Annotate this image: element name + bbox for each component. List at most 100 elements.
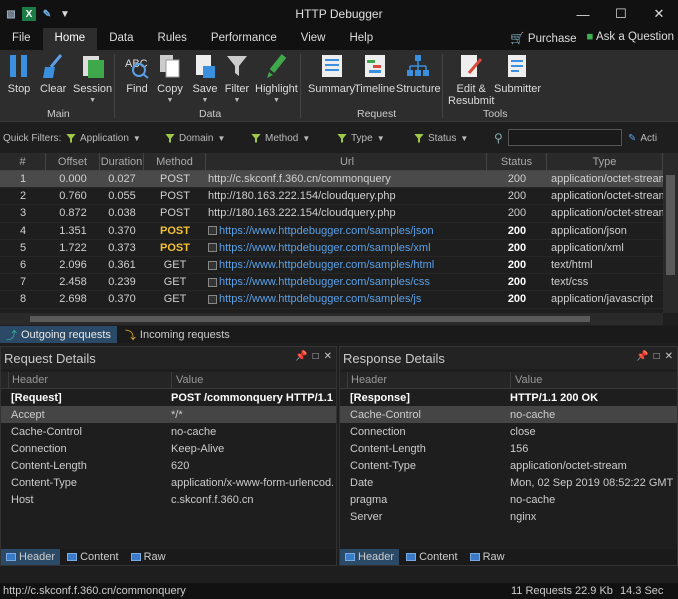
submitter-icon — [505, 52, 531, 80]
save-button[interactable]: Save ▼ — [192, 52, 218, 107]
minimize-button[interactable]: — — [564, 0, 602, 28]
tab-file[interactable]: File — [0, 28, 43, 50]
filter-button[interactable]: Filter ▼ — [224, 52, 250, 107]
cell-duration: 0.038 — [108, 207, 136, 220]
ask-question-link[interactable]: ■ Ask a Question — [587, 31, 675, 45]
highlight-button[interactable]: Highlight ▼ — [255, 52, 298, 107]
tab-content[interactable]: Content — [401, 549, 463, 565]
detail-row[interactable]: Content-Length 156 — [340, 440, 677, 457]
timeline-button[interactable]: Timeline — [354, 52, 395, 95]
detail-value: 156 — [510, 442, 529, 455]
filter-method[interactable]: Method ▼ — [251, 133, 310, 144]
table-row[interactable]: 2 0.760 0.055 POST http://180.163.222.154/cl… — [0, 188, 663, 206]
detail-row[interactable]: Connection Keep-Alive — [1, 440, 336, 457]
detail-row[interactable]: [Request] POST /commonquery HTTP/1.1 — [1, 389, 336, 406]
table-row[interactable]: 4 1.351 0.370 POST https://www.httpdebugger.… — [0, 223, 663, 240]
structure-icon — [405, 52, 431, 80]
purchase-link[interactable]: 🛒 Purchase — [510, 31, 576, 45]
detail-row[interactable]: Server nginx — [340, 509, 677, 526]
col-value[interactable]: Value — [511, 372, 677, 388]
detail-key: Connection — [350, 425, 406, 438]
filter-type[interactable]: Type ▼ — [337, 133, 385, 144]
detail-row[interactable]: pragma no-cache — [340, 492, 677, 509]
tab-header[interactable]: Header — [340, 549, 400, 565]
status-url: http://c.skconf.f.360.cn/commonquery — [3, 585, 186, 597]
maximize-icon[interactable]: □ — [313, 351, 319, 362]
close-icon[interactable]: ✕ — [324, 351, 332, 362]
tab-outgoing-requests[interactable]: ⤴ Outgoing requests — [0, 326, 117, 343]
maximize-button[interactable]: ☐ — [602, 0, 640, 28]
table-row[interactable]: 7 2.458 0.239 GET https://www.httpdebugger.c… — [0, 274, 663, 292]
filter-domain[interactable]: Domain ▼ — [165, 133, 225, 144]
detail-row[interactable]: Content-Type application/octet-stream — [340, 457, 677, 474]
filter-status[interactable]: Status ▼ — [414, 133, 468, 144]
close-icon[interactable]: ✕ — [665, 351, 673, 362]
activate-button[interactable]: ✎ Acti — [628, 133, 657, 144]
excel-icon[interactable]: X — [22, 7, 36, 21]
table-row[interactable]: 6 2.096 0.361 GET https://www.httpdebugger.c… — [0, 257, 663, 275]
scroll-thumb[interactable] — [30, 316, 590, 322]
tab-raw[interactable]: Raw — [126, 549, 171, 565]
col-number[interactable]: # — [0, 153, 46, 170]
tab-help[interactable]: Help — [337, 28, 385, 50]
table-row[interactable]: 8 2.698 0.370 GET https://www.httpdebugger.c… — [0, 291, 663, 309]
maximize-icon[interactable]: □ — [654, 351, 660, 362]
pin-icon[interactable]: 📌 — [295, 351, 307, 362]
structure-button[interactable]: Structure — [396, 52, 441, 95]
col-duration[interactable]: Duration — [100, 153, 144, 170]
tab-incoming-requests[interactable]: ⤵ Incoming requests — [119, 326, 236, 343]
clear-button[interactable]: Clear — [40, 52, 66, 95]
cell-offset: 0.872 — [59, 207, 87, 220]
table-row[interactable]: 3 0.872 0.038 POST http://180.163.222.154/cl… — [0, 205, 663, 223]
scroll-thumb[interactable] — [666, 175, 675, 275]
cell-url: https://www.httpdebugger.com/samples/htm… — [206, 259, 487, 271]
col-status[interactable]: Status — [487, 153, 547, 170]
col-method[interactable]: Method — [144, 153, 206, 170]
tab-performance[interactable]: Performance — [199, 28, 289, 50]
tab-content[interactable]: Content — [62, 549, 124, 565]
find-button[interactable]: ABC Find — [124, 52, 150, 95]
copy-button[interactable]: Copy ▼ — [157, 52, 183, 107]
filter-application[interactable]: Application ▼ — [66, 133, 141, 144]
detail-row[interactable]: Accept */* — [1, 406, 336, 424]
summary-button[interactable]: Summary — [308, 52, 355, 95]
col-url[interactable]: Url — [206, 153, 487, 170]
detail-row[interactable]: Date Mon, 02 Sep 2019 08:52:22 GMT — [340, 474, 677, 491]
app-icon[interactable]: ▧ — [4, 7, 18, 21]
tab-raw[interactable]: Raw — [465, 549, 510, 565]
brush-icon[interactable]: ✎ — [40, 7, 54, 21]
col-offset[interactable]: Offset — [46, 153, 100, 170]
detail-row[interactable]: Cache-Control no-cache — [340, 406, 677, 424]
table-row[interactable]: 1 0.000 0.027 POST http://c.skconf.f.360.cn/… — [0, 171, 663, 189]
search-input[interactable] — [508, 129, 622, 146]
cell-offset: 1.722 — [59, 241, 87, 254]
submitter-button[interactable]: Submitter — [494, 52, 541, 95]
detail-row[interactable]: [Response] HTTP/1.1 200 OK — [340, 389, 677, 406]
tab-header[interactable]: Header — [1, 549, 61, 565]
cell-method: POST — [160, 241, 190, 254]
detail-row[interactable]: Connection close — [340, 423, 677, 440]
tab-home[interactable]: Home — [42, 28, 98, 50]
horizontal-scrollbar[interactable] — [0, 313, 663, 325]
detail-row[interactable]: Cache-Control no-cache — [1, 423, 336, 440]
session-icon — [80, 52, 106, 80]
table-row[interactable]: 5 1.722 0.373 POST https://www.httpdebugger.… — [0, 240, 663, 257]
pin-icon[interactable]: 📌 — [636, 351, 648, 362]
tab-view[interactable]: View — [289, 28, 338, 50]
col-value[interactable]: Value — [172, 372, 336, 388]
session-button[interactable]: Session ▼ — [73, 52, 112, 107]
close-button[interactable]: ✕ — [640, 0, 678, 28]
vertical-scrollbar[interactable] — [663, 153, 678, 313]
col-header[interactable]: Header — [348, 372, 511, 388]
stop-button[interactable]: Stop — [6, 52, 32, 95]
detail-row[interactable]: Host c.skconf.f.360.cn — [1, 492, 336, 509]
col-header[interactable]: Header — [9, 372, 172, 388]
edit-resubmit-button[interactable]: Edit & Resubmit — [448, 52, 494, 107]
detail-row[interactable]: Content-Length 620 — [1, 457, 336, 474]
dropdown-icon[interactable]: ▼ — [58, 7, 72, 21]
tab-data[interactable]: Data — [97, 28, 145, 50]
col-type[interactable]: Type — [547, 153, 663, 170]
detail-value: no-cache — [510, 494, 556, 507]
tab-rules[interactable]: Rules — [146, 28, 199, 50]
detail-row[interactable]: Content-Type application/x-www-form-urlen… — [1, 474, 336, 491]
